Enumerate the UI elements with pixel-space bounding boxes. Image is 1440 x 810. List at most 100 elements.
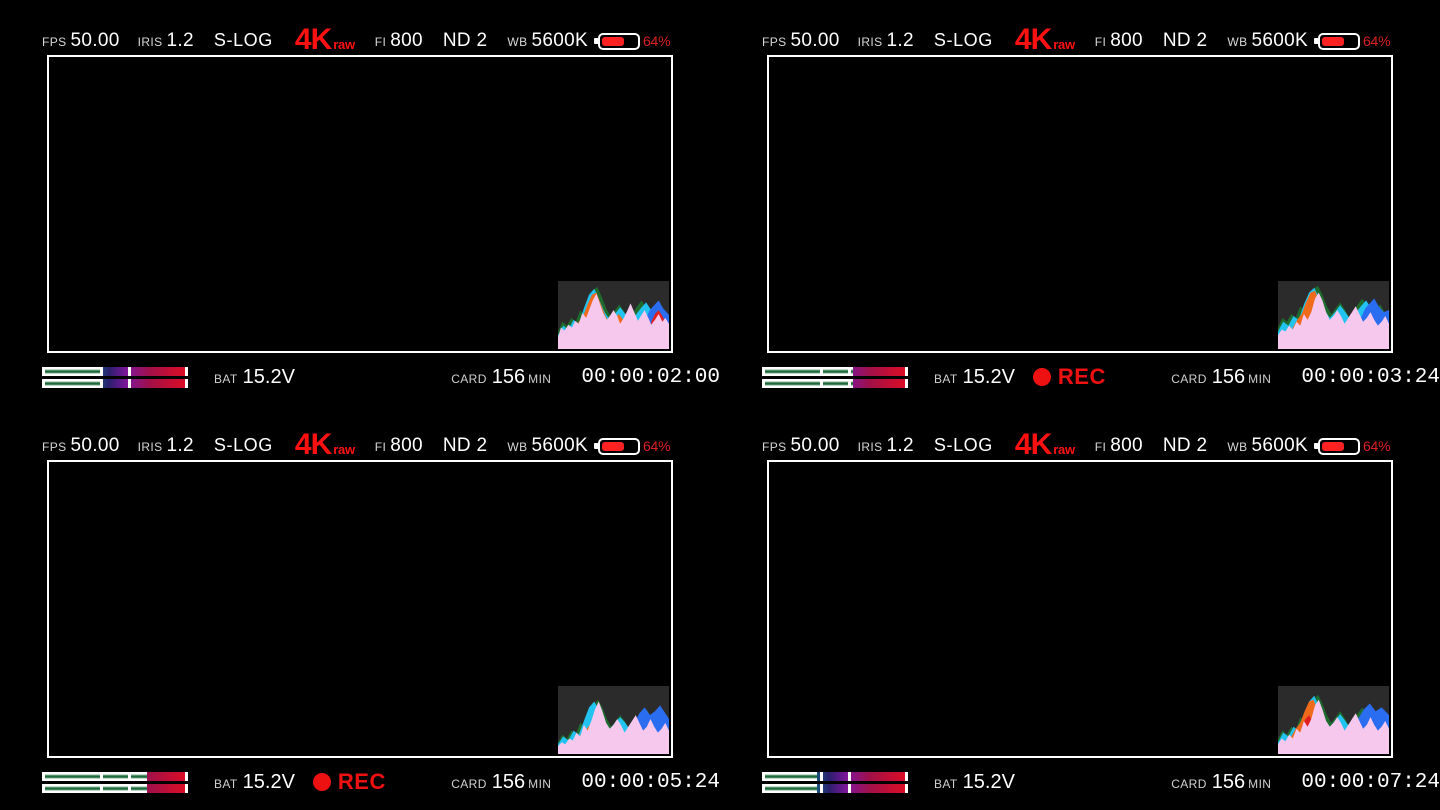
codec-badge-4k-raw[interactable]: 4K raw xyxy=(1015,25,1075,55)
audio-level-fill xyxy=(42,771,148,781)
fps-readout[interactable]: FPS 50.00 xyxy=(42,435,120,457)
nd-filter-readout[interactable]: ND 2 xyxy=(443,30,488,52)
audio-level-meters[interactable] xyxy=(42,365,188,389)
timecode-value: 00:00:07:24 xyxy=(1301,770,1440,794)
audio-level-meters[interactable] xyxy=(762,365,908,389)
battery-icon xyxy=(1317,437,1360,455)
iso-value: 800 xyxy=(1110,435,1143,456)
nd-filter-readout[interactable]: ND 2 xyxy=(443,435,488,457)
codec-badge-4k-raw[interactable]: 4K raw xyxy=(295,430,355,460)
fps-readout[interactable]: FPS 50.00 xyxy=(42,30,120,52)
audio-meter-tick-2 xyxy=(848,771,852,781)
iso-readout[interactable]: FI 800 xyxy=(1095,30,1143,52)
timecode-readout[interactable]: 00:00:02:00 xyxy=(581,366,720,389)
panel-top-left: FPS 50.00 IRIS 1.2 S-LOG 4K raw FI 800 ND 2 WB 5600… xyxy=(0,0,720,405)
iso-readout[interactable]: FI 800 xyxy=(375,30,423,52)
iris-value: 1.2 xyxy=(886,30,914,51)
battery-indicator[interactable]: 64% xyxy=(593,437,671,455)
white-balance-readout[interactable]: WB 5600K xyxy=(1227,30,1308,52)
iris-readout[interactable]: IRIS 1.2 xyxy=(858,30,914,52)
bat-voltage-value: 15.2V xyxy=(242,365,295,388)
iso-readout[interactable]: FI 800 xyxy=(375,435,423,457)
nd-filter-readout[interactable]: ND 2 xyxy=(1163,435,1208,457)
audio-meter-ch2 xyxy=(42,378,188,388)
battery-voltage-readout[interactable]: BAT 15.2V xyxy=(214,771,295,794)
audio-meter-tick-2 xyxy=(128,366,132,376)
bat-label: BAT xyxy=(214,776,238,791)
nd-value: ND 2 xyxy=(442,30,488,51)
card-remaining-readout[interactable]: CARD 156 MIN xyxy=(451,771,551,794)
card-minutes-unit: MIN xyxy=(1248,776,1272,791)
wb-value: 5600K xyxy=(1251,435,1308,456)
panel-bottom-right: FPS 50.00 IRIS 1.2 S-LOG 4K raw FI 800 ND 2 WB 5600… xyxy=(720,405,1440,810)
rgb-waveform-scope[interactable] xyxy=(1278,686,1389,754)
iris-value: 1.2 xyxy=(886,435,914,456)
fps-readout[interactable]: FPS 50.00 xyxy=(762,30,840,52)
rgb-waveform-scope[interactable] xyxy=(1278,281,1389,349)
iris-readout[interactable]: IRIS 1.2 xyxy=(138,435,194,457)
fps-label: FPS xyxy=(42,440,67,454)
gamma-readout[interactable]: S-LOG xyxy=(214,30,273,51)
battery-percent-label: 64% xyxy=(1362,33,1391,49)
wb-label: WB xyxy=(507,440,528,454)
card-minutes-value: 156 xyxy=(491,770,526,793)
battery-voltage-readout[interactable]: BAT 15.2V xyxy=(934,771,1015,794)
iris-readout[interactable]: IRIS 1.2 xyxy=(858,435,914,457)
timecode-value: 00:00:05:24 xyxy=(581,770,720,794)
panel-bottom-left: FPS 50.00 IRIS 1.2 S-LOG 4K raw FI 800 ND 2 WB 5600… xyxy=(0,405,720,810)
battery-voltage-readout[interactable]: BAT 15.2V xyxy=(214,366,295,389)
iris-readout[interactable]: IRIS 1.2 xyxy=(138,30,194,52)
audio-meter-ch1 xyxy=(762,771,908,781)
codec-resolution: 4K xyxy=(1014,23,1052,56)
record-indicator[interactable]: REC xyxy=(1032,364,1145,390)
fps-readout[interactable]: FPS 50.00 xyxy=(762,435,840,457)
timecode-value: 00:00:03:24 xyxy=(1301,365,1440,389)
battery-icon xyxy=(1317,32,1360,50)
gamma-readout[interactable]: S-LOG xyxy=(934,30,993,51)
gamma-readout[interactable]: S-LOG xyxy=(214,435,273,456)
white-balance-readout[interactable]: WB 5600K xyxy=(507,435,588,457)
audio-level-fill xyxy=(42,366,101,376)
battery-indicator[interactable]: 64% xyxy=(593,32,671,50)
iso-value: 800 xyxy=(390,30,423,51)
iris-label: IRIS xyxy=(137,440,163,454)
wb-value: 5600K xyxy=(1251,30,1308,51)
battery-voltage-readout[interactable]: BAT 15.2V xyxy=(934,366,1015,389)
card-minutes-unit: MIN xyxy=(528,371,552,386)
battery-indicator[interactable]: 64% xyxy=(1313,437,1391,455)
card-remaining-readout[interactable]: CARD 156 MIN xyxy=(1171,366,1271,389)
audio-meter-ch2 xyxy=(762,378,908,388)
nd-value: ND 2 xyxy=(442,435,488,456)
nd-filter-readout[interactable]: ND 2 xyxy=(1163,30,1208,52)
codec-badge-4k-raw[interactable]: 4K raw xyxy=(295,25,355,55)
fps-value: 50.00 xyxy=(790,435,840,456)
battery-percent-label: 64% xyxy=(642,33,671,49)
audio-meter-tick-1 xyxy=(100,378,104,388)
card-remaining-readout[interactable]: CARD 156 MIN xyxy=(1171,771,1271,794)
battery-percent-label: 64% xyxy=(1362,438,1391,454)
audio-level-meters[interactable] xyxy=(42,770,188,794)
rgb-waveform-scope[interactable] xyxy=(558,281,669,349)
audio-level-meters[interactable] xyxy=(762,770,908,794)
codec-format: raw xyxy=(1053,37,1075,52)
codec-badge-4k-raw[interactable]: 4K raw xyxy=(1015,430,1075,460)
iso-readout[interactable]: FI 800 xyxy=(1095,435,1143,457)
battery-icon xyxy=(597,32,640,50)
timecode-readout[interactable]: 00:00:05:24 xyxy=(581,771,720,794)
timecode-readout[interactable]: 00:00:07:24 xyxy=(1301,771,1440,794)
nd-value: ND 2 xyxy=(1162,435,1208,456)
codec-format: raw xyxy=(333,37,355,52)
timecode-readout[interactable]: 00:00:03:24 xyxy=(1301,366,1440,389)
card-remaining-readout[interactable]: CARD 156 MIN xyxy=(451,366,551,389)
gamma-readout[interactable]: S-LOG xyxy=(934,435,993,456)
white-balance-readout[interactable]: WB 5600K xyxy=(1227,435,1308,457)
white-balance-readout[interactable]: WB 5600K xyxy=(507,30,588,52)
fps-label: FPS xyxy=(42,35,67,49)
audio-level-fill xyxy=(42,783,148,793)
audio-meter-tick-1 xyxy=(100,783,104,793)
bottom-status-bar: BAT 15.2V REC CARD 156 MIN 00:00:03:24 xyxy=(762,358,1440,396)
record-indicator[interactable]: REC xyxy=(312,769,425,795)
rgb-waveform-scope[interactable] xyxy=(558,686,669,754)
battery-indicator[interactable]: 64% xyxy=(1313,32,1391,50)
battery-percent-label: 64% xyxy=(642,438,671,454)
